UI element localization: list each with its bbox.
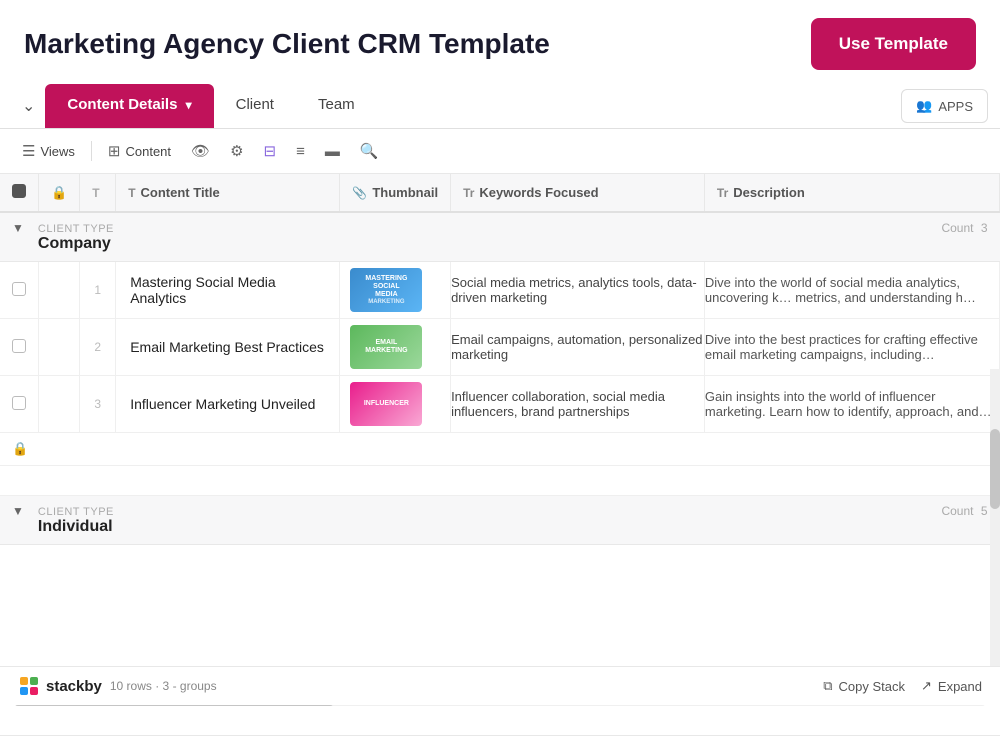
- description-header[interactable]: Tr Description: [704, 174, 999, 212]
- row-number-3: 3: [80, 376, 116, 433]
- text-icon: T: [128, 186, 135, 200]
- expand-button[interactable]: ↗ Expand: [921, 678, 982, 694]
- thumbnail-3: INFLUENCER: [340, 376, 451, 433]
- toolbar: ☰ Views ⊞ Content 👁 ⚙ ⊟ ≡ ▬ 🔍: [0, 129, 1000, 174]
- tab-content-details[interactable]: Content Details ▾: [45, 84, 213, 128]
- content-title-header[interactable]: T Content Title: [116, 174, 340, 212]
- thumbnail-1: MASTERINGSOCIALMEDIA MARKETING: [340, 262, 451, 319]
- row-number-1: 1: [80, 262, 116, 319]
- tab-collapse-button[interactable]: ⌄: [12, 88, 45, 124]
- thumbnail-2: EMAILMARKETING: [340, 319, 451, 376]
- thumbnail-header[interactable]: 📎 Thumbnail: [340, 174, 451, 212]
- content-title-2[interactable]: Email Marketing Best Practices: [116, 319, 340, 376]
- description-icon: Tr: [717, 186, 728, 200]
- vertical-scrollbar[interactable]: [990, 369, 1000, 685]
- expand-icon: ↗: [921, 678, 932, 694]
- table-row: 3 Influencer Marketing Unveiled INFLUENC…: [0, 376, 1000, 433]
- menu-icon: ☰: [22, 142, 35, 160]
- keywords-1: Social media metrics, analytics tools, d…: [451, 262, 705, 319]
- description-3: Gain insights into the world of influenc…: [704, 376, 999, 433]
- footer: stackby 10 rows · 3 - groups ⧉ Copy Stac…: [0, 666, 1000, 705]
- row-checkbox-3[interactable]: [0, 376, 39, 433]
- description-1: Dive into the world of social media anal…: [704, 262, 999, 319]
- row-number-2: 2: [80, 319, 116, 376]
- apps-button[interactable]: 👥 APPS: [901, 89, 988, 123]
- filter-settings-button[interactable]: ⚙: [222, 137, 251, 165]
- table-area: 🔒 T T Content Title 📎 Thu: [0, 174, 1000, 735]
- copy-stack-button[interactable]: ⧉ Copy Stack: [823, 678, 905, 694]
- stackby-logo: stackby: [18, 675, 102, 697]
- type-icon: T: [92, 186, 99, 200]
- select-all-checkbox[interactable]: [12, 184, 26, 198]
- color-button[interactable]: ▬: [317, 138, 348, 165]
- group-chevron-company[interactable]: ▼: [12, 221, 24, 235]
- group-icon: ⊟: [264, 142, 277, 160]
- row-lock-2: [39, 319, 80, 376]
- group-count-individual: Count 5: [941, 504, 987, 518]
- group-header-individual: ▼ CLIENT TYPE Individual Count 5: [0, 496, 1000, 545]
- sliders-icon: ⚙: [230, 142, 243, 160]
- row-lock-1: [39, 262, 80, 319]
- footer-left: stackby 10 rows · 3 - groups: [18, 675, 217, 697]
- sort-icon: ≡: [296, 143, 305, 160]
- table-row: 1 Mastering Social Media Analytics MASTE…: [0, 262, 1000, 319]
- lock-add-icon: 🔒: [12, 441, 28, 456]
- content-title-3[interactable]: Influencer Marketing Unveiled: [116, 376, 340, 433]
- keywords-3: Influencer collaboration, social media i…: [451, 376, 705, 433]
- grid-icon: ⊞: [108, 142, 121, 160]
- tabs-bar: ⌄ Content Details ▾ Client Team 👥 APPS: [0, 84, 1000, 129]
- row-lock-3: [39, 376, 80, 433]
- thumbnail-image-2: EMAILMARKETING: [350, 325, 422, 369]
- lock-header: 🔒: [39, 174, 80, 212]
- sort-button[interactable]: ≡: [288, 138, 313, 165]
- separator-row: [0, 466, 1000, 496]
- row-checkbox-2[interactable]: [0, 319, 39, 376]
- lock-icon: 🔒: [51, 185, 67, 200]
- rows-info: 10 rows · 3 - groups: [110, 679, 217, 693]
- checkbox-header[interactable]: [0, 174, 39, 212]
- eye-button[interactable]: 👁: [183, 137, 218, 165]
- thumbnail-image-3: INFLUENCER: [350, 382, 422, 426]
- group-header-company: ▼ CLIENT TYPE Company Count 3: [0, 212, 1000, 262]
- tab-team[interactable]: Team: [296, 84, 377, 128]
- toolbar-separator: [91, 141, 92, 161]
- vertical-scrollbar-thumb[interactable]: [990, 429, 1000, 509]
- description-2: Dive into the best practices for craftin…: [704, 319, 999, 376]
- copy-icon: ⧉: [823, 678, 832, 694]
- stackby-logo-icon: [18, 675, 40, 697]
- header: Marketing Agency Client CRM Template Use…: [0, 0, 1000, 84]
- keywords-2: Email campaigns, automation, personalize…: [451, 319, 705, 376]
- tab-dropdown-icon: ▾: [186, 98, 192, 112]
- search-button[interactable]: 🔍: [352, 137, 387, 165]
- thumbnail-image-1: MASTERINGSOCIALMEDIA MARKETING: [350, 268, 422, 312]
- attachment-icon: 📎: [352, 186, 367, 200]
- group-button[interactable]: ⊟: [256, 137, 285, 165]
- content-button[interactable]: ⊞ Content: [100, 137, 179, 165]
- apps-icon: 👥: [916, 98, 932, 114]
- page-title: Marketing Agency Client CRM Template: [24, 28, 550, 60]
- color-icon: ▬: [325, 143, 340, 160]
- data-table: 🔒 T T Content Title 📎 Thu: [0, 174, 1000, 545]
- group-count-company: Count 3: [941, 221, 987, 235]
- tab-client[interactable]: Client: [214, 84, 296, 128]
- views-button[interactable]: ☰ Views: [14, 137, 83, 165]
- search-icon: 🔍: [360, 142, 379, 160]
- content-title-1[interactable]: Mastering Social Media Analytics: [116, 262, 340, 319]
- type-header: T: [80, 174, 116, 212]
- footer-right: ⧉ Copy Stack ↗ Expand: [823, 678, 982, 694]
- eye-icon: 👁: [191, 142, 210, 160]
- lock-add-row[interactable]: 🔒: [0, 433, 1000, 466]
- row-checkbox-1[interactable]: [0, 262, 39, 319]
- group-chevron-individual[interactable]: ▼: [12, 504, 24, 518]
- keywords-header[interactable]: Tr Keywords Focused: [451, 174, 705, 212]
- keywords-icon: Tr: [463, 186, 474, 200]
- table-row: 2 Email Marketing Best Practices EMAILMA…: [0, 319, 1000, 376]
- table-header: 🔒 T T Content Title 📎 Thu: [0, 174, 1000, 212]
- use-template-button[interactable]: Use Template: [811, 18, 976, 70]
